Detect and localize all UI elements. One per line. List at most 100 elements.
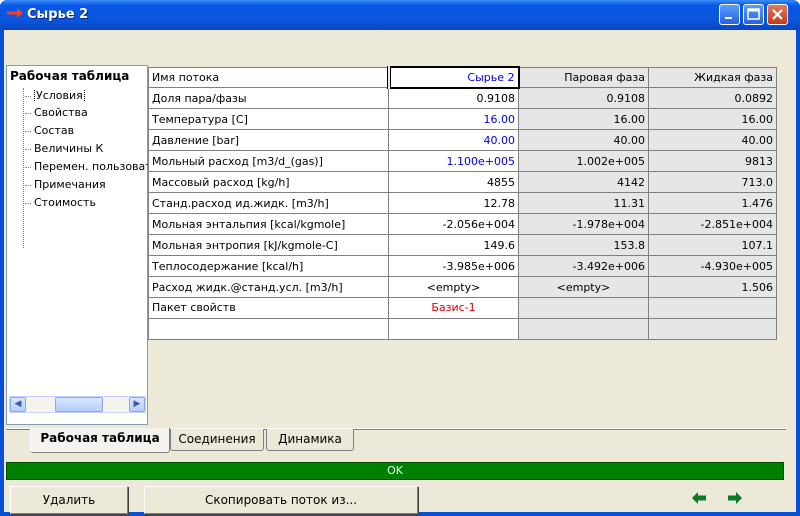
minimize-button[interactable] [719, 4, 740, 25]
scroll-left-icon[interactable]: ◀ [10, 397, 26, 412]
cell-vapour: <empty> [518, 276, 649, 298]
row-label: Расход жидк.@станд.усл. [m3/h] [148, 276, 389, 298]
tree-item-label: Состав [34, 124, 75, 137]
cell-vapour [518, 317, 649, 341]
cell-vapour: 153.8 [518, 234, 649, 257]
tree-item-cost[interactable]: Стоимость [25, 196, 148, 209]
window-frame: Сырье 2 Рабочая таблица Условия Свойства… [0, 0, 800, 516]
cell-feed[interactable]: Базис-1 [388, 296, 519, 319]
tree-item-label: Условия [34, 89, 85, 102]
cell-liquid: 1.476 [648, 192, 777, 215]
header-stream-feed[interactable]: Сырье 2 [386, 66, 520, 89]
copy-stream-button[interactable]: Скопировать поток из... [144, 486, 418, 514]
maximize-icon [747, 8, 760, 20]
cell-liquid: -4.930e+005 [648, 255, 777, 278]
tree-item-k-values[interactable]: Величины К [25, 142, 148, 155]
row-label [148, 317, 389, 341]
cell-feed[interactable] [388, 317, 519, 341]
cell-feed[interactable]: 149.6 [388, 234, 519, 257]
arrow-left-icon[interactable] [690, 490, 708, 509]
scroll-thumb[interactable] [55, 397, 103, 412]
cell-liquid: 0.0892 [648, 87, 777, 110]
tree-item-label: Примечания [34, 178, 106, 191]
row-label: Давление [bar] [148, 129, 389, 152]
cell-liquid: -2.851e+004 [648, 213, 777, 236]
cell-liquid: 107.1 [648, 234, 777, 257]
close-button[interactable] [767, 4, 788, 25]
cell-vapour: 16.00 [518, 108, 649, 131]
tree-item-label: Перемен. пользователя [34, 160, 148, 173]
cell-vapour: 4142 [518, 171, 649, 194]
close-icon [772, 9, 783, 20]
cell-feed[interactable]: 16.00 [388, 108, 519, 131]
tree-item-conditions[interactable]: Условия [25, 89, 148, 102]
arrow-right-icon[interactable] [726, 490, 744, 509]
row-label: Мольная энтропия [kJ/kgmole-C] [148, 234, 389, 257]
table-row: Мольная энтропия [kJ/kgmole-C] 149.6 153… [148, 234, 777, 257]
cell-liquid: 16.00 [648, 108, 777, 131]
window-title: Сырье 2 [27, 7, 89, 22]
table-row [148, 317, 777, 341]
tree-item-properties[interactable]: Свойства [25, 106, 148, 119]
row-label: Доля пара/фазы [148, 87, 389, 110]
tab-worksheet[interactable]: Рабочая таблица [30, 428, 170, 453]
tree-item-notes[interactable]: Примечания [25, 178, 148, 191]
row-label: Теплосодержание [kcal/h] [148, 255, 389, 278]
row-label: Станд.расход ид.жидк. [m3/h] [148, 192, 389, 215]
row-label: Пакет свойств [148, 296, 389, 319]
header-stream-name: Имя потока [148, 66, 389, 89]
scroll-right-icon[interactable]: ▶ [129, 397, 145, 412]
cell-feed[interactable]: 12.78 [388, 192, 519, 215]
cell-feed[interactable]: -2.056e+004 [388, 213, 519, 236]
row-label: Мольный расход [m3/d_(gas)] [148, 150, 389, 173]
header-vapour-phase: Паровая фаза [518, 66, 649, 89]
table-row: Пакет свойств Базис-1 [148, 296, 777, 319]
cell-vapour: 0.9108 [518, 87, 649, 110]
tab-dynamics[interactable]: Динамика [266, 429, 354, 451]
table-row: Массовый расход [kg/h] 4855 4142 713.0 [148, 171, 777, 194]
table-row: Температура [C] 16.00 16.00 16.00 [148, 108, 777, 131]
row-label: Мольная энтальпия [kcal/kgmole] [148, 213, 389, 236]
cell-liquid: 9813 [648, 150, 777, 173]
cell-vapour [518, 296, 649, 319]
horizontal-scrollbar[interactable]: ◀ ▶ [9, 396, 146, 413]
table-header-row: Имя потока Сырье 2 Паровая фаза Жидкая ф… [148, 66, 777, 89]
cell-liquid: 40.00 [648, 129, 777, 152]
title-bar[interactable]: Сырье 2 [0, 0, 800, 30]
status-bar: OK [6, 462, 784, 480]
tree-item-label: Величины К [34, 142, 104, 155]
header-liquid-phase: Жидкая фаза [648, 66, 777, 89]
cell-feed[interactable]: -3.985e+006 [388, 255, 519, 278]
tree-item-composition[interactable]: Состав [25, 124, 148, 137]
tab-connections[interactable]: Соединения [170, 429, 264, 451]
cell-vapour: 40.00 [518, 129, 649, 152]
minimize-icon [725, 17, 732, 19]
table-row: Станд.расход ид.жидк. [m3/h] 12.78 11.31… [148, 192, 777, 215]
cell-vapour: 1.002e+005 [518, 150, 649, 173]
cell-feed[interactable]: 4855 [388, 171, 519, 194]
cell-liquid [648, 317, 777, 341]
row-label: Массовый расход [kg/h] [148, 171, 389, 194]
table-row: Расход жидк.@станд.усл. [m3/h] <empty> <… [148, 276, 777, 298]
tree-header: Рабочая таблица [10, 69, 130, 83]
cell-feed[interactable]: 1.100e+005 [388, 150, 519, 173]
row-label: Температура [C] [148, 108, 389, 131]
window-client-area: Рабочая таблица Условия Свойства Состав … [4, 30, 796, 514]
table-row: Мольный расход [m3/d_(gas)] 1.100e+005 1… [148, 150, 777, 173]
cell-liquid: 713.0 [648, 171, 777, 194]
maximize-button[interactable] [743, 4, 764, 25]
table-row: Мольная энтальпия [kcal/kgmole] -2.056e+… [148, 213, 777, 236]
table-row: Теплосодержание [kcal/h] -3.985e+006 -3.… [148, 255, 777, 278]
table-row: Доля пара/фазы 0.9108 0.9108 0.0892 [148, 87, 777, 110]
stream-arrow-icon [7, 8, 23, 18]
cell-feed[interactable]: 40.00 [388, 129, 519, 152]
tree-item-label: Стоимость [34, 196, 96, 209]
cell-liquid [648, 296, 777, 319]
delete-button[interactable]: Удалить [10, 486, 128, 514]
cell-feed[interactable]: <empty> [388, 276, 519, 298]
tree-item-label: Свойства [34, 106, 88, 119]
cell-liquid: 1.506 [648, 276, 777, 298]
tree-item-user-variables[interactable]: Перемен. пользователя [25, 160, 148, 173]
cell-feed[interactable]: 0.9108 [388, 87, 519, 110]
navigation-tree: Рабочая таблица Условия Свойства Состав … [6, 65, 148, 425]
